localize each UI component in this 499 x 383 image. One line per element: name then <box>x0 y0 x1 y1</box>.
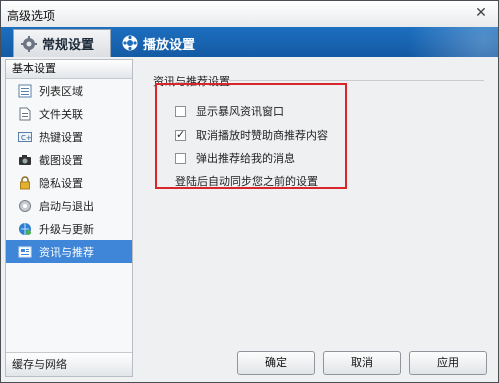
title-bar: 高级选项 ✕ <box>1 1 498 28</box>
sidebar-item-screenshot-settings[interactable]: 截图设置 <box>6 148 132 171</box>
sidebar-item-label: 升级与更新 <box>39 222 94 236</box>
apply-button[interactable]: 应用 <box>409 351 487 375</box>
tabbar-decoration <box>358 27 498 57</box>
sidebar-item-startup-exit[interactable]: 启动与退出 <box>6 194 132 217</box>
close-icon[interactable]: ✕ <box>472 4 490 22</box>
list-icon <box>18 84 32 98</box>
tab-label: 播放设置 <box>143 37 196 53</box>
section-divider <box>229 80 484 81</box>
sidebar-item-upgrade-update[interactable]: 升级与更新 <box>6 217 132 240</box>
sidebar-item-file-association[interactable]: 文件关联 <box>6 102 132 125</box>
sidebar-item-hotkey-settings[interactable]: C+ 热键设置 <box>6 125 132 148</box>
advanced-options-window: 高级选项 ✕ 常规设置 播放设置 基本设置 列表区域 文件关联 C+ 热键设置 … <box>0 0 499 383</box>
sidebar-item-news-recommendations[interactable]: 资讯与推荐 <box>6 240 132 263</box>
sidebar-item-privacy-settings[interactable]: 隐私设置 <box>6 171 132 194</box>
tab-general-settings[interactable]: 常规设置 <box>13 29 111 57</box>
camera-icon <box>18 153 32 167</box>
tab-bar: 常规设置 播放设置 <box>1 27 498 57</box>
sidebar-item-label: 热键设置 <box>39 130 83 144</box>
sidebar-item-label: 隐私设置 <box>39 176 83 190</box>
svg-text:C+: C+ <box>21 134 32 142</box>
news-icon <box>18 245 32 259</box>
power-gear-icon <box>18 199 32 213</box>
sidebar-header-basic-settings[interactable]: 基本设置 <box>6 60 132 79</box>
tab-playback-settings[interactable]: 播放设置 <box>115 29 207 57</box>
globe-update-icon <box>18 222 32 236</box>
sidebar: 基本设置 列表区域 文件关联 C+ 热键设置 截图设置 隐私设置 启动与退出 升… <box>5 59 133 377</box>
window-title: 高级选项 <box>7 9 56 23</box>
cancel-button[interactable]: 取消 <box>323 351 401 375</box>
lock-icon <box>18 175 32 190</box>
sidebar-item-label: 文件关联 <box>39 107 83 121</box>
sidebar-item-list-area[interactable]: 列表区域 <box>6 79 132 102</box>
sidebar-item-label: 截图设置 <box>39 153 83 167</box>
play-settings-icon <box>121 34 139 52</box>
settings-panel: 资讯与推荐设置 显示暴风资讯窗口 取消播放时赞助商推荐内容 弹出推荐给我的消息 … <box>139 59 494 345</box>
gear-icon <box>20 35 38 53</box>
sidebar-item-label: 列表区域 <box>39 84 83 98</box>
sidebar-item-cache-network[interactable]: 缓存与网络 <box>6 352 132 376</box>
annotation-highlight-box <box>155 83 347 189</box>
sidebar-item-label: 资讯与推荐 <box>39 245 94 259</box>
sidebar-item-label: 启动与退出 <box>39 199 94 213</box>
file-icon <box>18 107 32 121</box>
tab-label: 常规设置 <box>42 38 95 53</box>
dialog-buttons: 确定 取消 应用 <box>137 347 495 379</box>
keyboard-icon: C+ <box>18 130 32 144</box>
ok-button[interactable]: 确定 <box>237 351 315 375</box>
